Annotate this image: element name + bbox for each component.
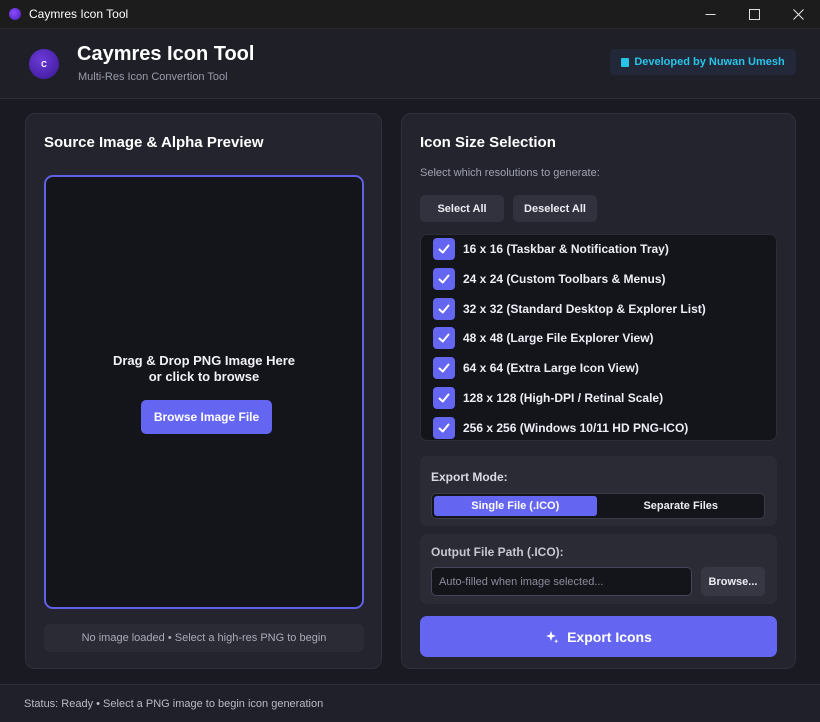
sparkle-icon: [546, 630, 559, 643]
output-path-group: Output File Path (.ICO): Browse...: [420, 534, 777, 604]
checkbox[interactable]: [433, 298, 455, 320]
size-option-label: 24 x 24 (Custom Toolbars & Menus): [463, 272, 666, 286]
app-header: C Caymres Icon Tool Multi-Res Icon Conve…: [0, 29, 820, 99]
size-option-label: 128 x 128 (High-DPI / Retinal Scale): [463, 391, 664, 405]
status-text: Status: Ready • Select a PNG image to be…: [24, 697, 324, 710]
dropzone-instructions: Drag & Drop PNG Image Here or click to b…: [46, 353, 362, 385]
size-option-16[interactable]: 16 x 16 (Taskbar & Notification Tray): [433, 237, 669, 261]
developer-badge-label: Developed by Nuwan Umesh: [634, 56, 785, 68]
book-icon: [621, 57, 630, 67]
size-option-label: 16 x 16 (Taskbar & Notification Tray): [463, 242, 669, 256]
export-mode-group: Export Mode: Single File (.ICO) Separate…: [420, 456, 777, 526]
size-option-64[interactable]: 64 x 64 (Extra Large Icon View): [433, 356, 639, 380]
window-titlebar: Caymres Icon Tool: [0, 0, 820, 29]
source-panel-title: Source Image & Alpha Preview: [44, 134, 264, 151]
minimize-button[interactable]: [688, 0, 732, 29]
source-panel: Source Image & Alpha Preview Drag & Drop…: [25, 113, 382, 669]
maximize-button[interactable]: [732, 0, 776, 29]
single-file-option[interactable]: Single File (.ICO): [434, 496, 597, 516]
status-bar: Status: Ready • Select a PNG image to be…: [0, 684, 820, 722]
minimize-icon: [705, 14, 715, 15]
select-all-button[interactable]: Select All: [420, 195, 504, 222]
close-button[interactable]: [776, 0, 820, 29]
logo-letter: C: [41, 59, 47, 69]
developer-badge: Developed by Nuwan Umesh: [610, 49, 796, 75]
source-status: No image loaded • Select a high-res PNG …: [44, 624, 364, 652]
deselect-all-button[interactable]: Deselect All: [513, 195, 597, 222]
size-checkbox-list: 16 x 16 (Taskbar & Notification Tray) 24…: [420, 234, 777, 441]
dropzone-line-1: Drag & Drop PNG Image Here: [112, 353, 296, 368]
checkbox[interactable]: [433, 327, 455, 349]
app-logo: C: [29, 49, 59, 79]
export-icons-label: Export Icons: [567, 628, 652, 645]
output-path-label: Output File Path (.ICO):: [431, 545, 564, 559]
check-icon: [438, 304, 450, 314]
close-icon: [792, 9, 804, 20]
size-selection-panel: Icon Size Selection Select which resolut…: [401, 113, 796, 669]
export-icons-button[interactable]: Export Icons: [420, 616, 777, 657]
size-option-label: 32 x 32 (Standard Desktop & Explorer Lis…: [463, 302, 706, 316]
browse-image-button[interactable]: Browse Image File: [141, 400, 272, 434]
checkbox[interactable]: [433, 268, 455, 290]
window-controls: [688, 0, 820, 29]
checkbox[interactable]: [433, 387, 455, 409]
check-icon: [438, 363, 450, 373]
size-option-label: 48 x 48 (Large File Explorer View): [463, 331, 654, 345]
browse-output-button[interactable]: Browse...: [701, 567, 765, 596]
checkbox[interactable]: [433, 417, 455, 439]
maximize-icon: [748, 9, 760, 20]
size-option-128[interactable]: 128 x 128 (High-DPI / Retinal Scale): [433, 386, 663, 410]
output-path-input[interactable]: [431, 567, 692, 596]
image-dropzone[interactable]: Drag & Drop PNG Image Here or click to b…: [44, 175, 364, 609]
check-icon: [438, 274, 450, 284]
size-option-256[interactable]: 256 x 256 (Windows 10/11 HD PNG-ICO): [433, 416, 688, 440]
export-mode-label: Export Mode:: [431, 470, 508, 484]
check-icon: [438, 393, 450, 403]
export-mode-toggle: Single File (.ICO) Separate Files: [431, 493, 765, 519]
size-option-label: 256 x 256 (Windows 10/11 HD PNG-ICO): [463, 421, 689, 435]
check-icon: [438, 244, 450, 254]
separate-files-option[interactable]: Separate Files: [600, 496, 763, 516]
size-panel-title: Icon Size Selection: [420, 134, 556, 151]
size-option-label: 64 x 64 (Extra Large Icon View): [463, 361, 639, 375]
dropzone-line-2: or click to browse: [148, 369, 260, 384]
app-icon: [9, 8, 21, 20]
size-option-48[interactable]: 48 x 48 (Large File Explorer View): [433, 326, 654, 350]
app-subtitle: Multi-Res Icon Convertion Tool: [78, 71, 228, 83]
window-title: Caymres Icon Tool: [29, 7, 129, 21]
check-icon: [438, 423, 450, 433]
checkbox[interactable]: [433, 238, 455, 260]
size-option-32[interactable]: 32 x 32 (Standard Desktop & Explorer Lis…: [433, 297, 706, 321]
check-icon: [438, 333, 450, 343]
app-title: Caymres Icon Tool: [77, 43, 255, 65]
checkbox[interactable]: [433, 357, 455, 379]
size-option-24[interactable]: 24 x 24 (Custom Toolbars & Menus): [433, 267, 665, 291]
size-hint: Select which resolutions to generate:: [420, 167, 600, 179]
